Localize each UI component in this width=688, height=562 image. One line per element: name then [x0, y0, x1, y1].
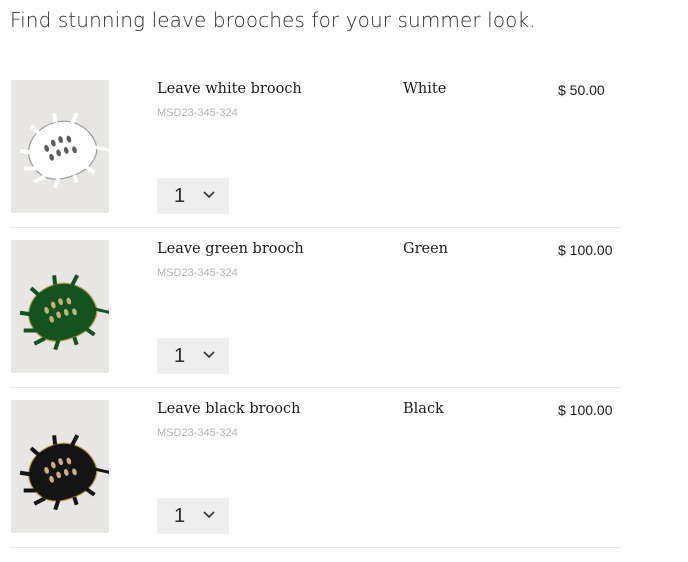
leaf-brooch-icon: [19, 274, 109, 351]
product-row: Leave green brooch MSD23-345-324 Green $…: [10, 239, 620, 388]
product-name[interactable]: Leave green brooch: [157, 241, 304, 257]
quantity-value: 1: [174, 505, 186, 527]
product-row: Leave white brooch MSD23-345-324 White $…: [10, 79, 620, 228]
page-heading: Find stunning leave brooches for your su…: [10, 8, 536, 32]
product-image[interactable]: [11, 400, 109, 533]
product-price: $ 50.00: [558, 82, 605, 98]
product-sku: MSD23-345-324: [157, 267, 238, 279]
product-color: White: [403, 81, 447, 97]
product-color: Green: [403, 241, 449, 257]
quantity-value: 1: [174, 345, 186, 367]
product-name[interactable]: Leave black brooch: [157, 401, 300, 417]
product-sku: MSD23-345-324: [157, 107, 238, 119]
product-price: $ 100.00: [558, 242, 613, 258]
product-price: $ 100.00: [558, 402, 613, 418]
product-list: Leave white brooch MSD23-345-324 White $…: [10, 79, 620, 559]
quantity-value: 1: [174, 185, 186, 207]
product-sku: MSD23-345-324: [157, 427, 238, 439]
product-image[interactable]: [11, 80, 109, 213]
product-image[interactable]: [11, 240, 109, 373]
leaf-brooch-icon: [19, 434, 109, 511]
quantity-select[interactable]: 1: [157, 338, 229, 374]
quantity-select[interactable]: 1: [157, 178, 229, 214]
chevron-down-icon: [203, 511, 215, 519]
product-name[interactable]: Leave white brooch: [157, 81, 302, 97]
leaf-brooch-icon: [19, 112, 109, 189]
product-row: Leave black brooch MSD23-345-324 Black $…: [10, 399, 620, 548]
chevron-down-icon: [203, 351, 215, 359]
product-color: Black: [403, 401, 444, 417]
quantity-select[interactable]: 1: [157, 498, 229, 534]
chevron-down-icon: [203, 191, 215, 199]
